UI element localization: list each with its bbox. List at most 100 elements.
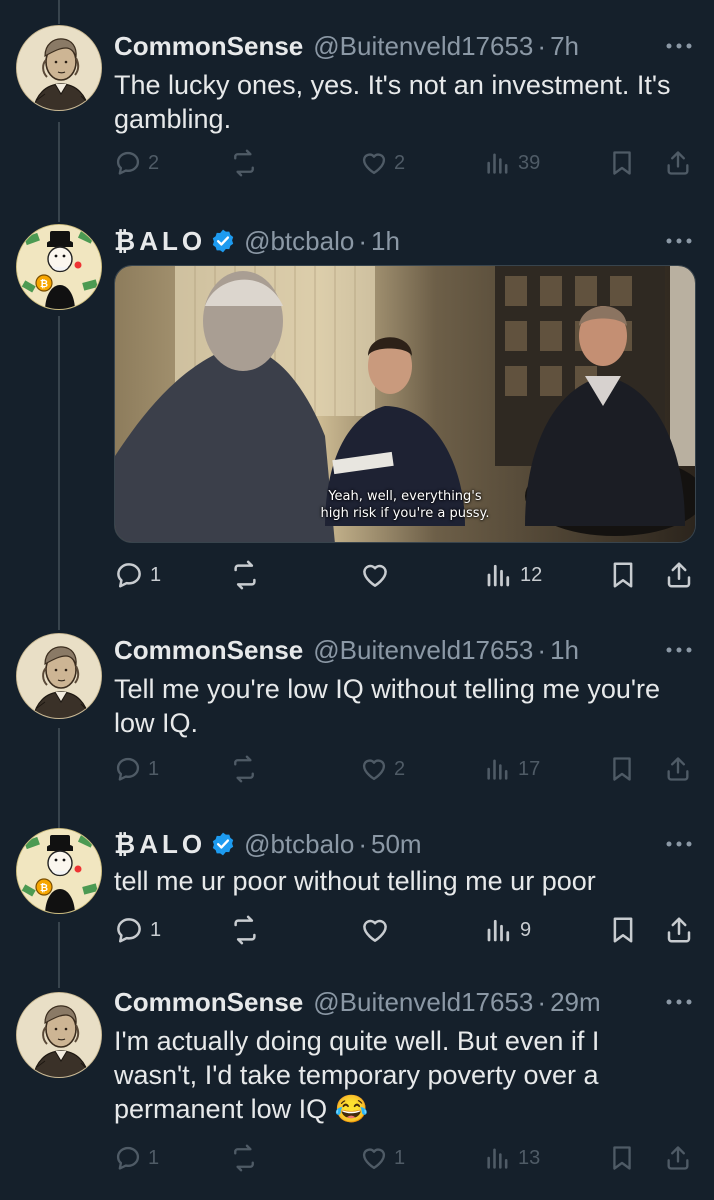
more-icon[interactable] xyxy=(664,997,694,1007)
bookmark-icon xyxy=(608,915,638,945)
like-button[interactable]: 2 xyxy=(360,749,405,789)
share-button[interactable] xyxy=(664,910,694,950)
like-button[interactable] xyxy=(360,555,396,595)
action-bar: 1 12 xyxy=(114,555,704,595)
author-handle[interactable]: @Buitenveld17653 xyxy=(313,987,533,1018)
tweet-text: Tell me you're low IQ without telling me… xyxy=(114,674,661,738)
verified-badge-icon xyxy=(210,228,236,254)
share-button[interactable] xyxy=(664,143,692,183)
action-bar: 1 2 17 xyxy=(114,749,704,789)
reply-button[interactable]: 1 xyxy=(114,749,159,789)
bookmark-button[interactable] xyxy=(608,910,638,950)
avatar[interactable] xyxy=(16,633,102,719)
bookmark-button[interactable] xyxy=(608,143,636,183)
view-count: 13 xyxy=(518,1146,541,1169)
heart-icon xyxy=(360,149,388,177)
heart-icon xyxy=(360,915,390,945)
repost-icon xyxy=(230,755,258,783)
tweet-media-image[interactable]: Yeah, well, everything's high risk if yo… xyxy=(114,265,696,543)
bookmark-icon xyxy=(608,560,638,590)
share-icon xyxy=(664,149,692,177)
repost-button[interactable] xyxy=(230,749,264,789)
timestamp[interactable]: 1h xyxy=(550,635,579,666)
repost-button[interactable] xyxy=(230,1138,264,1178)
tweet[interactable]: CommonSense @Buitenveld17653 · 7h The lu… xyxy=(0,0,714,200)
action-bar: 1 1 13 xyxy=(114,1138,704,1178)
reply-icon xyxy=(114,560,144,590)
tweet-header: ₿ALO @btcbalo · 50m xyxy=(114,824,422,864)
author-handle[interactable]: @Buitenveld17653 xyxy=(313,31,533,62)
author-name[interactable]: CommonSense xyxy=(114,31,303,62)
bookmark-icon xyxy=(608,1144,636,1172)
reply-count: 1 xyxy=(150,918,162,941)
subtitle-line: Yeah, well, everything's xyxy=(328,489,482,504)
video-subtitle: Yeah, well, everything's high risk if yo… xyxy=(115,488,695,522)
more-icon[interactable] xyxy=(664,236,694,246)
tweet-header: ₿ALO @btcbalo · 1h xyxy=(114,221,400,261)
avatar[interactable] xyxy=(16,25,102,111)
tweet[interactable]: ₿ALO @btcbalo · 50m tell me ur poor with… xyxy=(0,812,714,972)
share-button[interactable] xyxy=(664,555,694,595)
timestamp[interactable]: 7h xyxy=(550,31,579,62)
avatar[interactable] xyxy=(16,224,102,310)
reply-count: 1 xyxy=(150,563,162,586)
author-name[interactable]: ₿ALO xyxy=(114,226,206,257)
avatar[interactable] xyxy=(16,828,102,914)
bookmark-button[interactable] xyxy=(608,749,636,789)
more-icon[interactable] xyxy=(664,839,694,849)
repost-icon xyxy=(230,560,260,590)
repost-button[interactable] xyxy=(230,910,266,950)
more-icon[interactable] xyxy=(664,41,694,51)
views-button[interactable]: 9 xyxy=(484,910,531,950)
laughing-emoji-icon: 😂 xyxy=(334,1094,369,1124)
repost-icon xyxy=(230,149,258,177)
like-button[interactable] xyxy=(360,910,396,950)
author-name[interactable]: CommonSense xyxy=(114,635,303,666)
repost-icon xyxy=(230,1144,258,1172)
like-button[interactable]: 1 xyxy=(360,1138,405,1178)
author-handle[interactable]: @btcbalo xyxy=(244,226,354,257)
reply-button[interactable]: 1 xyxy=(114,1138,159,1178)
view-count: 17 xyxy=(518,757,541,780)
author-handle[interactable]: @btcbalo xyxy=(244,829,354,860)
share-button[interactable] xyxy=(664,749,692,789)
reply-button[interactable]: 2 xyxy=(114,143,159,183)
view-count: 9 xyxy=(520,918,532,941)
timestamp[interactable]: 29m xyxy=(550,987,601,1018)
views-icon xyxy=(484,560,514,590)
views-button[interactable]: 12 xyxy=(484,555,542,595)
views-button[interactable]: 17 xyxy=(484,749,540,789)
timestamp[interactable]: 1h xyxy=(371,226,400,257)
views-button[interactable]: 13 xyxy=(484,1138,540,1178)
reply-button[interactable]: 1 xyxy=(114,910,161,950)
bookmark-icon xyxy=(608,755,636,783)
repost-button[interactable] xyxy=(230,555,266,595)
heart-icon xyxy=(360,755,388,783)
more-icon[interactable] xyxy=(664,645,694,655)
tweet[interactable]: CommonSense @Buitenveld17653 · 1h Tell m… xyxy=(0,612,714,812)
heart-icon xyxy=(360,1144,388,1172)
reply-count: 1 xyxy=(148,1146,160,1169)
author-handle[interactable]: @Buitenveld17653 xyxy=(313,635,533,666)
bookmark-button[interactable] xyxy=(608,555,638,595)
views-button[interactable]: 39 xyxy=(484,143,540,183)
reply-count: 2 xyxy=(148,151,160,174)
avatar[interactable] xyxy=(16,992,102,1078)
share-icon xyxy=(664,755,692,783)
share-button[interactable] xyxy=(664,1138,692,1178)
reply-icon xyxy=(114,149,142,177)
author-name[interactable]: CommonSense xyxy=(114,987,303,1018)
like-button[interactable]: 2 xyxy=(360,143,405,183)
reply-button[interactable]: 1 xyxy=(114,555,161,595)
share-icon xyxy=(664,915,694,945)
heart-icon xyxy=(360,560,390,590)
tweet-header: CommonSense @Buitenveld17653 · 7h xyxy=(114,26,579,66)
tweet-text: tell me ur poor without telling me ur po… xyxy=(114,866,596,896)
tweet[interactable]: CommonSense @Buitenveld17653 · 29m I'm a… xyxy=(0,972,714,1200)
timestamp[interactable]: 50m xyxy=(371,829,422,860)
bookmark-icon xyxy=(608,149,636,177)
repost-button[interactable] xyxy=(230,143,264,183)
share-icon xyxy=(664,560,694,590)
bookmark-button[interactable] xyxy=(608,1138,636,1178)
author-name[interactable]: ₿ALO xyxy=(114,829,206,860)
